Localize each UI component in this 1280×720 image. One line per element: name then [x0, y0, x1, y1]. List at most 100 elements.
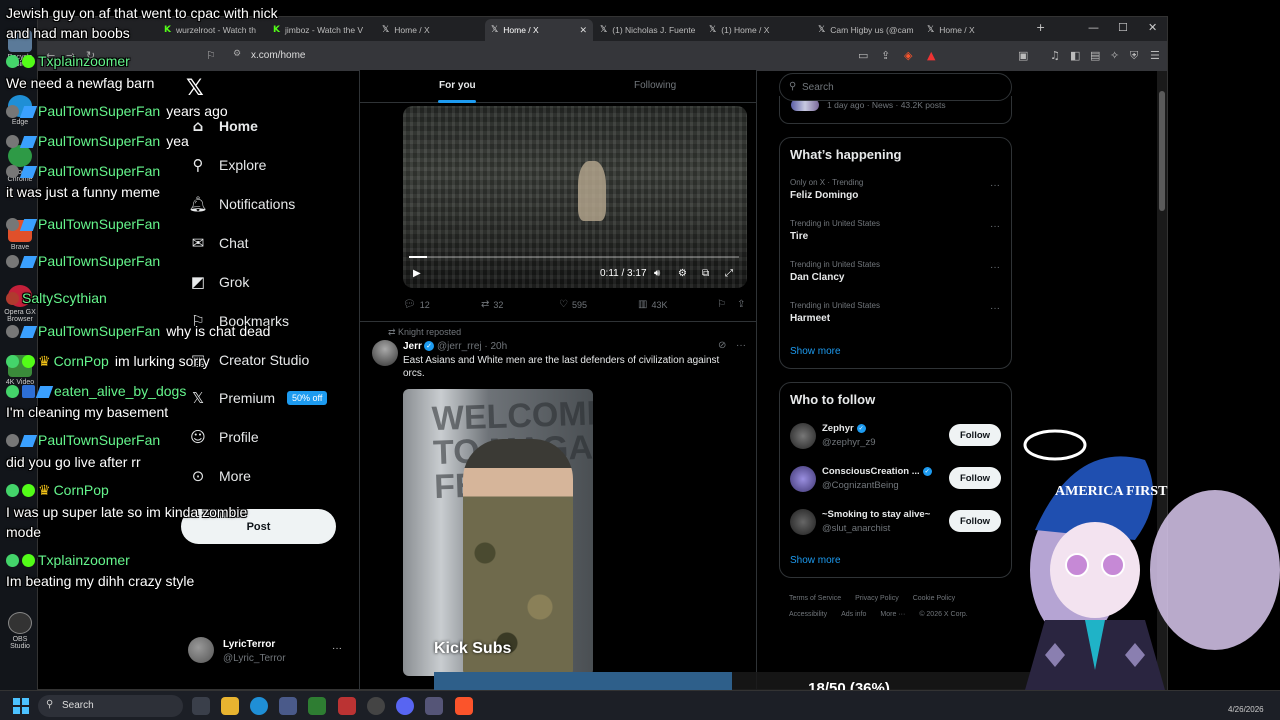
desktop-icon-obs[interactable]: OBS Studio [4, 612, 36, 650]
nav-more[interactable]: ⊙ More [188, 464, 251, 488]
browser-tab[interactable]: 𝕏 (1) Nicholas J. Fuente [594, 19, 702, 41]
more-icon[interactable]: ··· [990, 262, 1000, 273]
repost-action[interactable]: ⇄ 32 [481, 299, 503, 310]
like-action[interactable]: ♡ 595 [559, 299, 587, 310]
scrollbar-thumb[interactable] [1159, 91, 1165, 211]
nav-explore[interactable]: ⚲ Explore [188, 153, 267, 177]
nav-premium[interactable]: 𝕏 Premium 50% off [188, 386, 328, 410]
vpn-icon[interactable]: ⛨ [1130, 49, 1138, 63]
desktop-icon-chrome[interactable]: Google Chrome [4, 145, 36, 183]
new-tab-button[interactable]: + [1036, 21, 1045, 34]
x-logo[interactable]: 𝕏 [186, 76, 204, 101]
show-more-link[interactable]: Show more [790, 555, 841, 566]
trend-item[interactable]: Trending in United States Tire ··· [790, 219, 1000, 255]
nav-bookmarks[interactable]: ⚐ Bookmarks [188, 309, 289, 333]
brave-shield-icon[interactable]: ◈ [904, 49, 912, 62]
extensions-icon[interactable]: ✧ [1110, 49, 1119, 62]
discord-icon[interactable] [396, 697, 414, 715]
pip-icon[interactable]: ⧉ [702, 268, 709, 279]
views-action[interactable]: ▥ 43K [638, 299, 667, 310]
tweet-author-name[interactable]: Jerr [403, 341, 422, 352]
browser-tab-active[interactable]: 𝕏 Home / X ✕ [485, 19, 593, 41]
bookmark-icon[interactable]: ⚐ [206, 49, 216, 62]
trend-item[interactable]: Only on X · Trending Feliz Domingo ··· [790, 178, 1000, 214]
edge-icon[interactable] [250, 697, 268, 715]
tweet-video[interactable]: ▶ 0:11 / 3:17 🔊︎ ⚙ ⧉ ⤢ [403, 106, 747, 288]
wallet-icon[interactable]: ▤ [1090, 49, 1100, 62]
desktop-icon-recycle-bin[interactable]: Recycle Bin [4, 30, 36, 68]
desktop-icon-brave[interactable]: Brave [4, 220, 36, 251]
reply-action[interactable]: 💬︎ 12 [403, 299, 430, 310]
screen-icon[interactable]: ▭ [858, 49, 868, 62]
volume-icon[interactable]: 🔊︎ [654, 268, 660, 279]
browser-tab[interactable]: Kwurzelroot - Watch th [158, 19, 266, 41]
forward-icon[interactable]: → [66, 49, 75, 62]
browser-tab[interactable]: 𝕏 (1) Home / X [703, 19, 811, 41]
fullscreen-icon[interactable]: ⤢ [725, 268, 733, 279]
footer-link[interactable]: Accessibility [789, 611, 827, 618]
share-action[interactable]: ⇪ [737, 299, 749, 310]
follow-suggestion[interactable]: Zephyr ✓ @zephyr_z9 Follow [790, 419, 1003, 451]
desktop-icon-4k-video[interactable]: 4K Video [4, 355, 36, 386]
maximize-button[interactable]: ☐ [1118, 21, 1128, 34]
taskbar-search-input[interactable]: ⚲ Search [38, 695, 183, 717]
nav-notifications[interactable]: 🔔︎ Notifications [188, 192, 295, 216]
follow-button[interactable]: Follow [949, 467, 1001, 489]
browser-tab[interactable]: Kjimboz - Watch the V [267, 19, 375, 41]
nav-profile[interactable]: ☺ Profile [188, 425, 259, 449]
back-icon[interactable]: ← [46, 49, 55, 62]
app-icon[interactable] [338, 697, 356, 715]
share-icon[interactable]: ⇪ [881, 49, 890, 62]
site-info-icon[interactable]: ⚙ [233, 49, 241, 59]
close-window-button[interactable]: ✕ [1148, 21, 1157, 34]
browser-tab[interactable]: 𝕏 Home / X [921, 19, 1029, 41]
browser-tab[interactable]: 𝕏 Cam Higby us (@cam [812, 19, 920, 41]
play-icon[interactable]: ▶ [413, 268, 421, 279]
tab-for-you[interactable]: For you [439, 80, 476, 91]
task-view-icon[interactable] [192, 697, 210, 715]
app-icon[interactable] [425, 697, 443, 715]
minimize-button[interactable]: — [1088, 21, 1099, 34]
nav-home[interactable]: ⌂ Home [188, 114, 258, 138]
more-icon[interactable]: ··· [736, 340, 746, 351]
panel-icon[interactable]: ◧ [1070, 49, 1080, 62]
more-icon[interactable]: ··· [990, 180, 1000, 191]
desktop-icon-edge[interactable]: Edge [4, 95, 36, 126]
url-field[interactable]: x.com/home [251, 50, 305, 61]
more-icon[interactable]: ··· [332, 643, 342, 654]
nav-chat[interactable]: ✉ Chat [188, 231, 249, 255]
nav-grok[interactable]: ◩ Grok [188, 270, 249, 294]
tab-following[interactable]: Following [634, 80, 676, 91]
video-progress-bar[interactable] [409, 256, 739, 258]
follow-suggestion[interactable]: ~Smoking to stay alive~ @slut_anarchist … [790, 505, 1003, 537]
music-icon[interactable]: ♫ [1050, 49, 1060, 62]
more-icon[interactable]: ··· [990, 221, 1000, 232]
nav-creator-studio[interactable]: ▤ Creator Studio [188, 348, 309, 372]
search-input[interactable]: ⚲ Search [779, 73, 1012, 101]
brave-icon[interactable] [455, 697, 473, 715]
footer-link[interactable]: Cookie Policy [913, 595, 955, 602]
grok-icon[interactable]: ⊘ [718, 340, 726, 351]
bookmark-action[interactable]: ⚐ [717, 299, 730, 310]
brave-rewards-icon[interactable]: ▲ [927, 49, 935, 62]
store-icon[interactable] [279, 697, 297, 715]
sidebar-icon[interactable]: ▣ [1018, 49, 1028, 62]
follow-button[interactable]: Follow [949, 510, 1001, 532]
follow-suggestion[interactable]: ConsciousCreation ... ✓ @CognizantBeing F… [790, 462, 1003, 494]
app-icon[interactable] [367, 697, 385, 715]
tweet-author-handle[interactable]: @jerr_rrej · 20h [437, 341, 507, 352]
footer-link[interactable]: Ads info [841, 611, 866, 618]
follow-button[interactable]: Follow [949, 424, 1001, 446]
post-button[interactable]: Post [181, 509, 336, 544]
file-explorer-icon[interactable] [221, 697, 239, 715]
avatar[interactable] [372, 340, 398, 366]
start-button[interactable] [13, 698, 29, 714]
trend-item[interactable]: Trending in United States Dan Clancy ··· [790, 260, 1000, 296]
reload-icon[interactable]: ↻ [86, 49, 95, 62]
footer-link[interactable]: Privacy Policy [855, 595, 899, 602]
browser-tab[interactable]: 𝕏 Home / X [376, 19, 484, 41]
settings-gear-icon[interactable]: ⚙ [678, 268, 687, 279]
footer-link[interactable]: Terms of Service [789, 595, 841, 602]
tweet-image[interactable]: WELCOME TO MAGA FEST [403, 389, 593, 676]
account-switcher[interactable]: LyricTerror @Lyric_Terror ··· [188, 637, 348, 667]
